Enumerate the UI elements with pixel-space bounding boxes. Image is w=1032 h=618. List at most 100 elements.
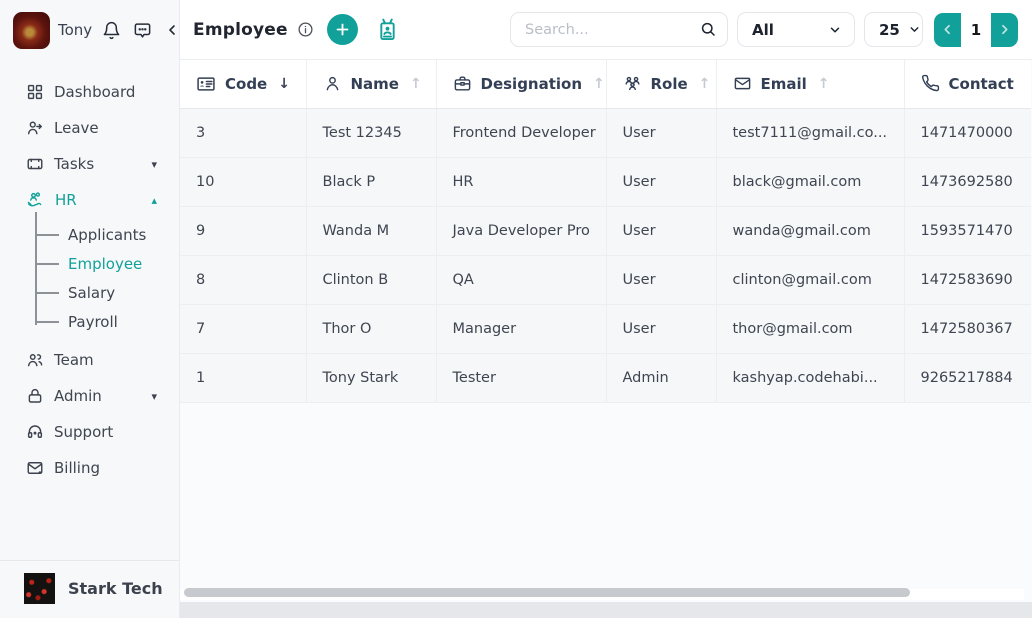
contact-cell: 9265217884 [904,353,1031,402]
table-row[interactable]: 8 Clinton B QA User clinton@gmail.com 14… [180,255,1031,304]
chevron-down-icon: ▾ [151,390,157,403]
sidebar-item-dashboard[interactable]: Dashboard [0,74,179,110]
page-title: Employee [193,20,288,40]
id-badge-icon[interactable] [374,16,401,43]
code-cell: 1 [180,353,306,402]
column-label: Contact [949,75,1014,93]
designation-cell: QA [436,255,606,304]
contact-cell: 1593571470 [904,206,1031,255]
column-header-code[interactable]: Code ↓ [180,60,306,108]
sort-asc-icon[interactable]: ↑ [699,76,711,92]
user-avatar[interactable] [13,12,50,49]
briefcase-icon [453,74,472,93]
column-header-contact[interactable]: Contact [904,60,1031,108]
name-cell: Wanda M [306,206,436,255]
contact-cell: 1472583690 [904,255,1031,304]
sidebar-item-support[interactable]: Support [0,414,179,450]
sort-asc-icon[interactable]: ↑ [818,76,830,92]
page-size-dropdown[interactable]: 25 [864,12,923,47]
sidebar-item-label: Admin [54,387,141,405]
code-cell: 8 [180,255,306,304]
email-cell: wanda@gmail.com [716,206,904,255]
column-header-email[interactable]: Email ↑ [716,60,904,108]
table-row[interactable]: 3 Test 12345 Frontend Developer User tes… [180,108,1031,157]
sidebar: Tony Dashboard Leave Tasks [0,0,180,618]
search-input[interactable] [510,12,728,47]
sidebar-item-label: Applicants [68,226,146,244]
contact-cell: 1471470000 [904,108,1031,157]
id-card-icon [196,74,216,94]
notifications-bell-icon[interactable] [100,19,123,42]
sidebar-item-label: Billing [54,459,165,477]
sidebar-item-payroll[interactable]: Payroll [35,307,179,336]
sidebar-item-employee[interactable]: Employee [35,249,179,278]
table-row[interactable]: 9 Wanda M Java Developer Pro User wanda@… [180,206,1031,255]
sidebar-item-admin[interactable]: Admin ▾ [0,378,179,414]
sidebar-footer: Stark Tech [0,560,179,618]
email-cell: thor@gmail.com [716,304,904,353]
filter-dropdown[interactable]: All [737,12,855,47]
sidebar-item-team[interactable]: Team [0,342,179,378]
name-cell: Test 12345 [306,108,436,157]
horizontal-scrollbar-track[interactable] [180,589,1024,600]
current-page-number: 1 [961,13,991,47]
chevron-up-icon: ▴ [151,194,157,207]
sidebar-item-label: Team [54,351,165,369]
sidebar-item-label: Payroll [68,313,118,331]
email-cell: black@gmail.com [716,157,904,206]
column-header-name[interactable]: Name ↑ [306,60,436,108]
designation-cell: HR [436,157,606,206]
tree-branch [35,263,59,265]
role-cell: User [606,108,716,157]
sidebar-item-label: Support [54,423,165,441]
code-cell: 3 [180,108,306,157]
tree-branch [35,292,59,294]
table-header-row: Code ↓ Name ↑ Designation ↑ [180,60,1031,108]
horizontal-scrollbar-thumb[interactable] [184,588,910,597]
name-cell: Black P [306,157,436,206]
sidebar-user-panel: Tony [0,0,179,60]
designation-cell: Manager [436,304,606,353]
table-row[interactable]: 1 Tony Stark Tester Admin kashyap.codeha… [180,353,1031,402]
column-label: Email [761,75,807,93]
sort-asc-icon[interactable]: ↑ [410,76,422,92]
sidebar-item-tasks[interactable]: Tasks ▾ [0,146,179,182]
column-header-designation[interactable]: Designation ↑ [436,60,606,108]
column-label: Designation [481,75,583,93]
table-row[interactable]: 10 Black P HR User black@gmail.com 14736… [180,157,1031,206]
hr-submenu: Applicants Employee Salary Payroll [35,218,179,342]
add-employee-button[interactable] [327,14,358,45]
table-container: Code ↓ Name ↑ Designation ↑ [180,60,1032,602]
column-label: Name [351,75,399,93]
email-cell: clinton@gmail.com [716,255,904,304]
column-label: Role [651,75,688,93]
tree-branch [35,321,59,323]
sidebar-item-label: Dashboard [54,83,165,101]
phone-icon [921,74,940,93]
sort-desc-icon[interactable]: ↓ [278,76,290,92]
contact-cell: 1473692580 [904,157,1031,206]
sidebar-item-label: HR [55,191,141,209]
next-page-chevron-right-icon[interactable] [991,13,1018,47]
sidebar-item-salary[interactable]: Salary [35,278,179,307]
info-icon[interactable] [297,21,314,38]
page-header: Employee All [180,0,1032,60]
page-background-strip [180,602,1032,618]
billing-envelope-icon [26,459,44,477]
name-cell: Tony Stark [306,353,436,402]
role-cell: User [606,157,716,206]
sort-asc-icon[interactable]: ↑ [593,76,605,92]
chevron-down-icon [908,23,921,36]
code-cell: 7 [180,304,306,353]
sidebar-item-billing[interactable]: Billing [0,450,179,486]
sidebar-item-applicants[interactable]: Applicants [35,220,179,249]
table-row[interactable]: 7 Thor O Manager User thor@gmail.com 147… [180,304,1031,353]
messages-chat-icon[interactable] [131,19,154,42]
prev-page-chevron-left-icon[interactable] [934,13,961,47]
sidebar-item-hr[interactable]: HR ▴ [0,182,179,218]
pagination: 1 [934,13,1018,47]
tree-branch [35,234,59,236]
column-header-role[interactable]: Role ↑ [606,60,716,108]
users-group-icon [623,74,642,93]
sidebar-item-leave[interactable]: Leave [0,110,179,146]
